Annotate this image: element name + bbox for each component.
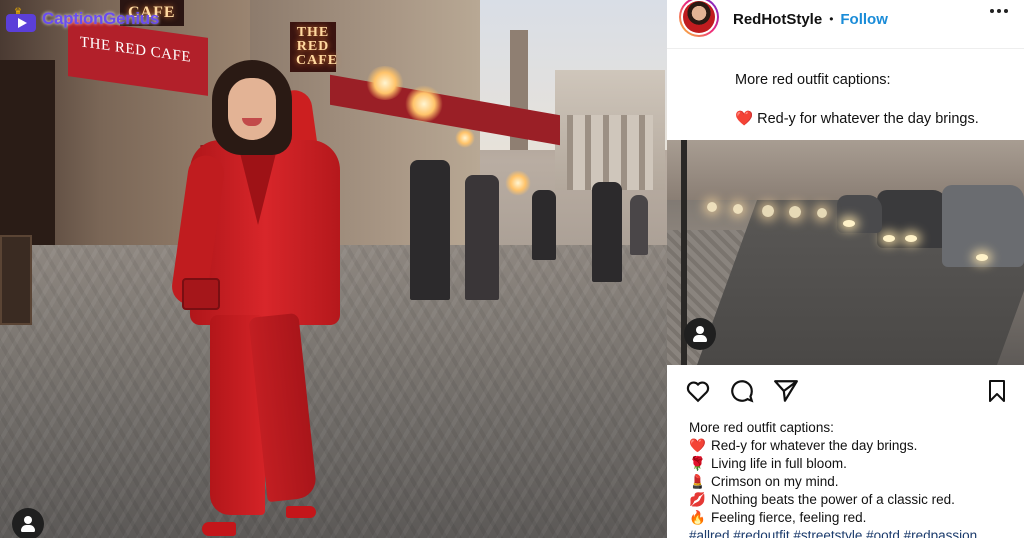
handbag: [182, 278, 220, 310]
instagram-post: RedHotStyle • Follow More red outfit cap…: [667, 0, 1024, 538]
fire-icon: 🔥: [689, 510, 706, 525]
avatar[interactable]: [679, 0, 719, 37]
post-photo: [667, 140, 1024, 365]
pedestrian: [532, 190, 556, 260]
list-item: 💄 Crimson on my mind.: [689, 473, 977, 491]
brand-logo[interactable]: ♛ CaptionGenius: [6, 6, 159, 32]
brand-name: CaptionGenius: [42, 9, 159, 28]
list-item: ❤️ Red-y for whatever the day brings.: [689, 437, 977, 455]
heart-icon: ❤️: [689, 438, 706, 453]
post-actions: [667, 378, 1024, 408]
list-item: 💋 Nothing beats the power of a classic r…: [689, 491, 977, 509]
lamp-light: [505, 170, 531, 196]
pedestrian: [465, 175, 499, 300]
main-photo: THE RED CAFE CAFE THE RED CAFE ♛ Caption…: [0, 0, 667, 538]
lipstick-icon: 💄: [689, 474, 706, 489]
lamp-light: [455, 128, 475, 148]
hashtags[interactable]: #allred #redoutfit #streetstyle #ootd #r…: [689, 527, 977, 538]
share-icon[interactable]: [773, 378, 799, 404]
heart-icon: ❤️: [735, 111, 754, 127]
caption-text: Crimson on my mind.: [711, 474, 839, 489]
caption-text: Feeling fierce, feeling red.: [711, 510, 867, 525]
woman-in-red-suit: [169, 60, 350, 538]
more-options-icon[interactable]: [990, 9, 1008, 13]
list-item: 🔥 Feeling fierce, feeling red.: [689, 509, 977, 527]
caption-text: Nothing beats the power of a classic red…: [711, 492, 955, 507]
caption-heading: More red outfit captions:: [689, 420, 834, 435]
lamp-light: [405, 85, 443, 123]
pedestrian: [630, 195, 648, 255]
menu-board: [0, 235, 32, 325]
caption-card: More red outfit captions: ❤️ Red-y for w…: [667, 48, 1024, 140]
caption-list: More red outfit captions: ❤️ Red-y for w…: [689, 419, 977, 538]
car: [837, 195, 882, 233]
list-item: 🌹 Living life in full bloom.: [689, 455, 977, 473]
car: [877, 190, 947, 248]
rose-icon: 🌹: [689, 456, 706, 471]
follow-button[interactable]: Follow: [840, 11, 888, 28]
caption-text: Living life in full bloom.: [711, 456, 847, 471]
city-gate: [555, 70, 665, 190]
pedestrian: [592, 182, 622, 282]
car: [942, 185, 1024, 267]
comment-icon[interactable]: [729, 378, 755, 404]
heart-icon[interactable]: [685, 378, 711, 404]
caption-card-text: Red-y for whatever the day brings.: [757, 111, 979, 127]
separator-dot: •: [829, 12, 834, 26]
user-tag-icon[interactable]: [684, 318, 716, 350]
caption-card-heading: More red outfit captions:: [735, 72, 891, 88]
caption-card-line: ❤️ Red-y for whatever the day brings.: [735, 110, 979, 127]
lamp-light: [365, 66, 405, 100]
kiss-icon: 💋: [689, 492, 706, 507]
bookmark-icon[interactable]: [985, 378, 1009, 404]
username[interactable]: RedHotStyle: [733, 11, 822, 28]
post-header: RedHotStyle • Follow: [667, 0, 1024, 38]
user-tag-icon[interactable]: [12, 508, 44, 538]
caption-text: Red-y for whatever the day brings.: [711, 438, 918, 453]
caption-genius-icon: ♛: [6, 6, 38, 32]
pedestrian: [410, 160, 450, 300]
